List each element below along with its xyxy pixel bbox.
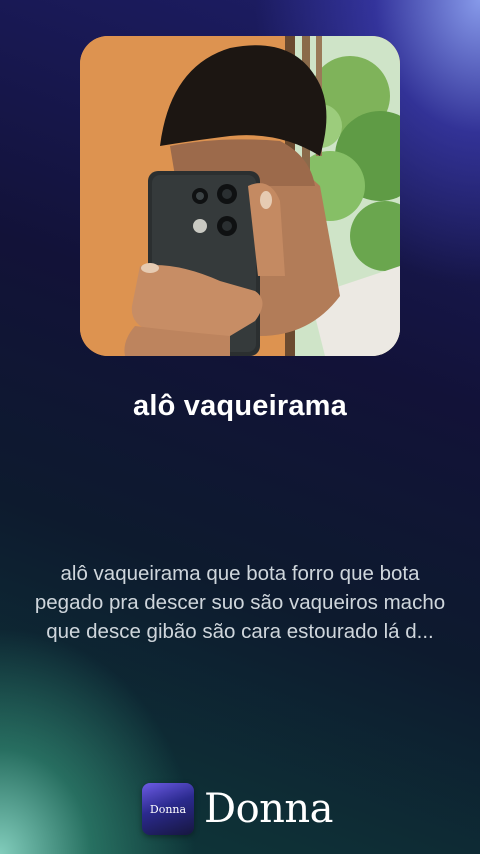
- track-title: alô vaqueirama: [133, 390, 347, 422]
- brand-logo: Donna Donna: [142, 782, 334, 836]
- track-description: alô vaqueirama que bota forro que bota p…: [34, 562, 446, 643]
- audio-preview-screen: alô vaqueirama alô vaqueirama que bota f…: [0, 0, 480, 854]
- brand-name: Donna: [204, 786, 334, 832]
- brand-icon-text: Donna: [149, 802, 187, 816]
- cover-image: [80, 36, 400, 356]
- donna-app-icon: Donna: [142, 783, 194, 835]
